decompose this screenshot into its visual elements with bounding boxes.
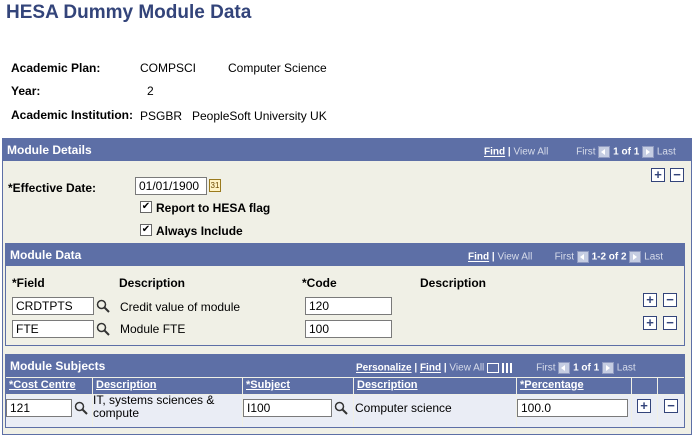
delete-column-header (658, 378, 684, 394)
add-column-header (632, 378, 657, 394)
percentage-column-header[interactable]: *Percentage (517, 378, 631, 394)
module-data-title: Module Data (10, 248, 82, 262)
effective-date-label: *Effective Date: (8, 181, 97, 195)
new-window-icon[interactable] (487, 363, 500, 373)
module-details-nav: Find | View All First 1 of 1 Last (484, 146, 676, 158)
module-details-count: 1 of 1 (613, 146, 640, 158)
module-data-add-button-row1[interactable]: + (643, 293, 657, 307)
module-details-find-link[interactable]: Find (484, 147, 505, 158)
module-details-first[interactable]: First (576, 147, 595, 158)
module-subjects-delete-button[interactable]: − (664, 399, 678, 413)
module-details-delete-button[interactable]: − (670, 168, 684, 182)
module-subjects-header: Module Subjects Personalize | Find | Vie… (6, 355, 684, 377)
module-subjects-next-icon[interactable] (601, 362, 614, 374)
module-subjects-prev-icon[interactable] (558, 362, 571, 374)
module-subjects-count: 1 of 1 (573, 362, 600, 374)
academic-institution-code: PSGBR (140, 109, 183, 123)
subject-input[interactable] (243, 399, 332, 417)
cost-centre-input[interactable] (6, 399, 72, 417)
page-title: HESA Dummy Module Data (6, 2, 252, 23)
module-data-find-link[interactable]: Find (468, 252, 489, 263)
search-icon[interactable] (334, 401, 348, 415)
search-icon[interactable] (96, 299, 110, 313)
cost-centre-column-header[interactable]: *Cost Centre (6, 378, 92, 394)
subject-description: Computer science (355, 401, 452, 415)
module-subjects-view-all[interactable]: View All (449, 363, 484, 374)
always-include-checkbox[interactable]: ✔ (140, 224, 152, 236)
module-details-title: Module Details (7, 143, 92, 157)
effective-date-input[interactable] (135, 177, 207, 195)
field-description-row1: Credit value of module (120, 300, 241, 314)
module-data-first[interactable]: First (555, 252, 574, 263)
module-data-last[interactable]: Last (644, 252, 663, 263)
module-details-prev-icon[interactable] (598, 146, 611, 158)
module-details-add-button[interactable]: + (651, 168, 665, 182)
field-description-row2: Module FTE (120, 322, 186, 336)
cost-centre-description: IT, systems sciences & compute (93, 393, 215, 420)
module-data-view-all[interactable]: View All (497, 252, 532, 263)
cc-description-column-header[interactable]: Description (93, 378, 242, 394)
academic-plan-label: Academic Plan: (11, 61, 101, 75)
module-data-prev-icon[interactable] (576, 251, 589, 263)
academic-plan-description: Computer Science (228, 61, 327, 75)
module-data-count: 1-2 of 2 (591, 251, 627, 263)
code-input-row1[interactable] (305, 297, 392, 315)
search-icon[interactable] (74, 401, 88, 415)
field-input-row2[interactable] (12, 320, 94, 338)
report-to-hesa-label: Report to HESA flag (156, 201, 271, 215)
subject-column-header[interactable]: *Subject (243, 378, 353, 394)
module-subjects-first[interactable]: First (536, 363, 555, 374)
module-details-header: Module Details Find | View All First 1 o… (3, 139, 691, 161)
description-column-header: Description (119, 276, 186, 290)
module-details-last[interactable]: Last (657, 147, 676, 158)
calendar-icon[interactable]: 31 (209, 179, 221, 192)
percentage-input[interactable] (517, 399, 628, 417)
academic-plan-code: COMPSCI (140, 61, 197, 75)
academic-institution-description: PeopleSoft University UK (192, 109, 327, 123)
field-column-header: *Field (12, 276, 45, 290)
code-input-row2[interactable] (305, 320, 392, 338)
module-subjects-title: Module Subjects (10, 359, 106, 373)
module-data-delete-button-row1[interactable]: − (663, 293, 677, 307)
code-description-column-header: Description (420, 276, 487, 290)
always-include-label: Always Include (156, 224, 243, 238)
module-subjects-find-link[interactable]: Find (420, 363, 441, 374)
module-subjects-last[interactable]: Last (617, 363, 636, 374)
module-data-nav: Find | View All First 1-2 of 2 Last (468, 251, 664, 263)
field-input-row1[interactable] (12, 297, 94, 315)
module-data-add-button-row2[interactable]: + (643, 316, 657, 330)
module-subjects-add-button[interactable]: + (637, 399, 651, 413)
module-data-next-icon[interactable] (629, 251, 642, 263)
year-label: Year: (11, 84, 41, 98)
module-subjects-nav: Personalize | Find | View All First 1 of… (356, 362, 636, 374)
code-column-header: *Code (302, 276, 337, 290)
search-icon[interactable] (96, 322, 110, 336)
academic-institution-label: Academic Institution: (11, 108, 134, 122)
module-subjects-personalize-link[interactable]: Personalize (356, 363, 412, 374)
module-details-view-all[interactable]: View All (513, 147, 548, 158)
subject-description-column-header[interactable]: Description (354, 378, 516, 394)
module-data-delete-button-row2[interactable]: − (663, 316, 677, 330)
report-to-hesa-checkbox[interactable]: ✔ (140, 201, 152, 213)
module-details-next-icon[interactable] (642, 146, 655, 158)
year-value: 2 (147, 84, 154, 98)
download-grid-icon[interactable] (501, 363, 514, 373)
module-data-header: Module Data Find | View All First 1-2 of… (6, 244, 684, 266)
